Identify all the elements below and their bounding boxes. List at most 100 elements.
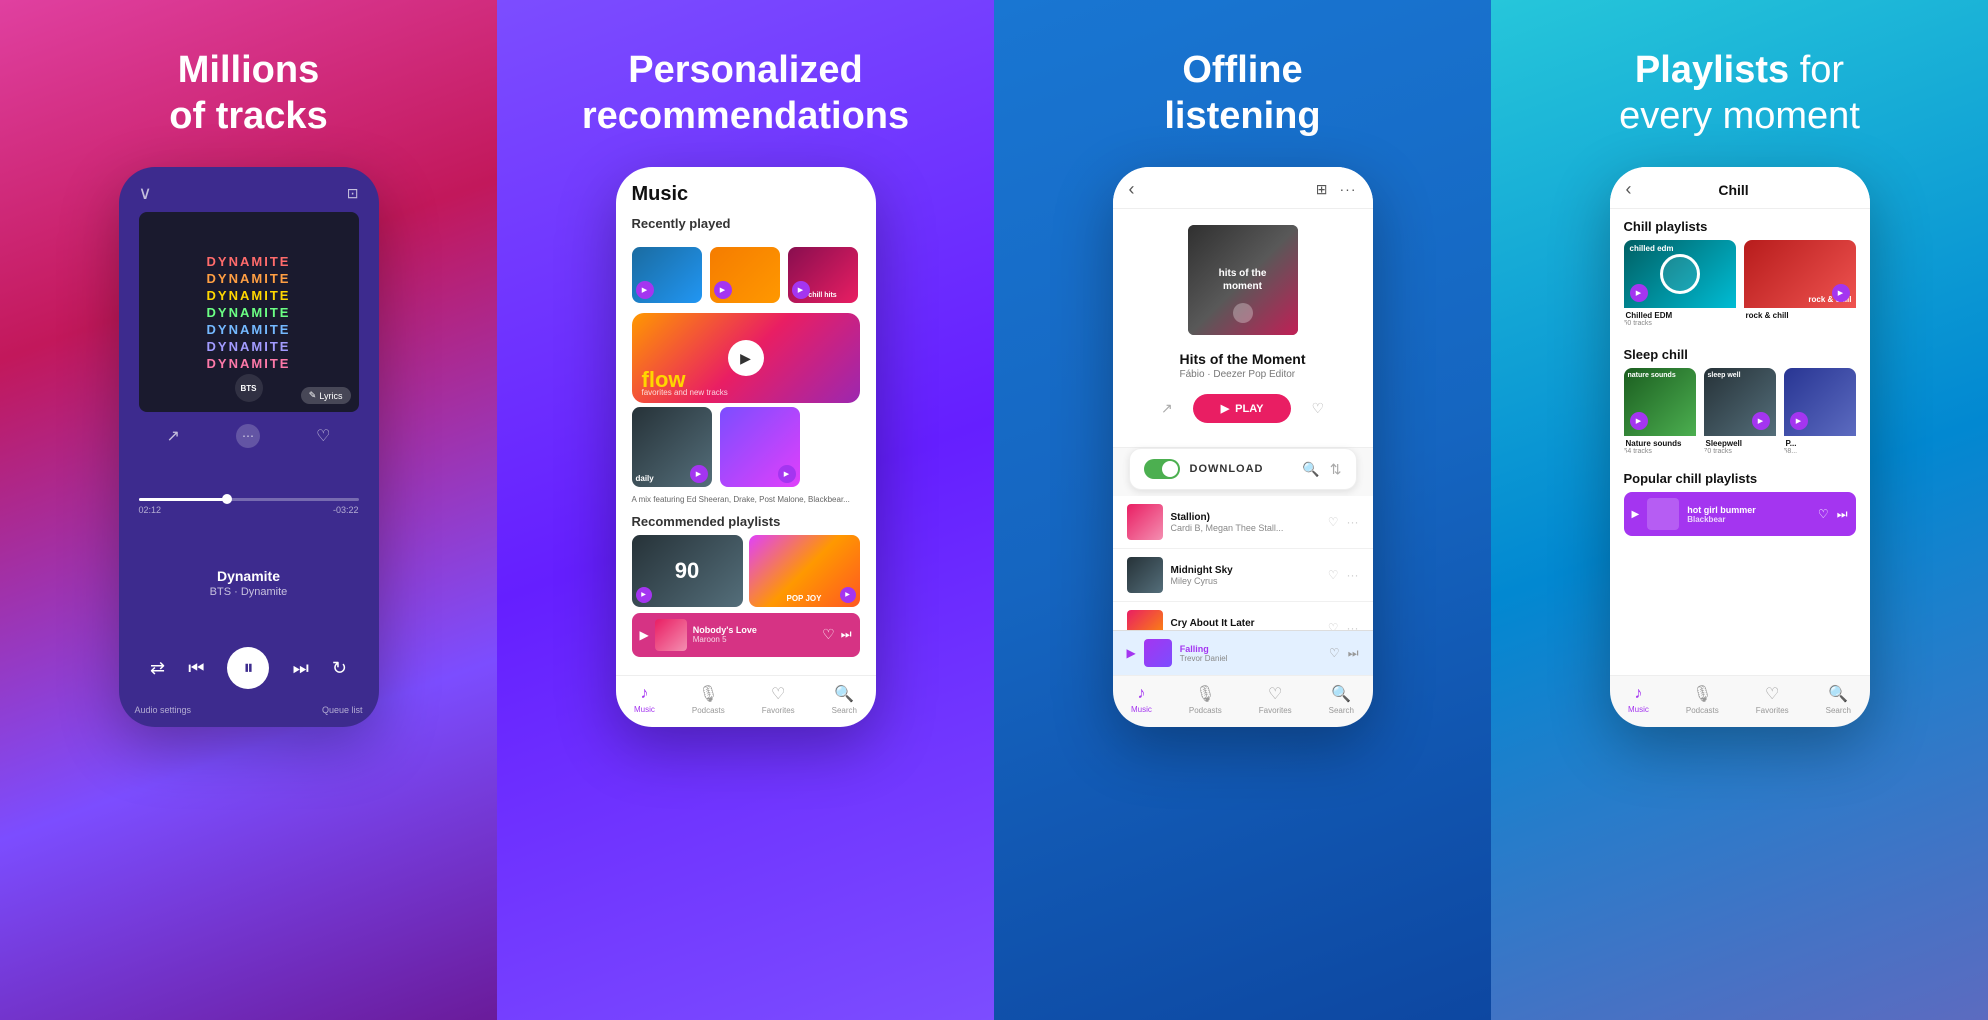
play-button-3[interactable]: ▶ PLAY [1193,394,1292,423]
sort-icon[interactable]: ⇅ [1330,461,1342,478]
track-artist-2: Miley Cyrus [1171,576,1320,586]
track-artist: BTS · Dynamite [139,586,359,598]
next-button[interactable]: ⏭ [293,658,309,679]
popular-heart-icon[interactable]: ♡ [1818,507,1829,522]
grid-icon[interactable]: ⊞ [1316,181,1328,198]
nav-music-3[interactable]: ♪ Music [1131,685,1152,714]
more-icon-t3[interactable]: ··· [1347,621,1359,630]
flow-card[interactable]: flow ▶ favorites and new tracks [632,313,860,403]
nav-favorites-4[interactable]: ♡ Favorites [1756,684,1789,715]
nav-music-2[interactable]: ♪ Music [634,685,655,714]
share-icon[interactable]: ↗ [167,426,180,446]
cast-icon[interactable]: ⊡ [347,185,359,202]
daily-play-1[interactable]: ▶ [690,465,708,483]
sleep-card-3[interactable]: ▶ P... 58... [1784,368,1856,455]
chilled-edm-tracks: 60 tracks [1624,320,1736,327]
sleepwell-play[interactable]: ▶ [1752,412,1770,430]
panel-1-title-line2: of tracks [169,95,327,137]
track-text-1: Stallion) Cardi B, Megan Thee Stall... [1171,512,1320,533]
nav-search-2[interactable]: 🔍 Search [832,684,857,715]
rp-play-2[interactable]: ▶ [714,281,732,299]
nav-podcasts-3[interactable]: 🎙 Podcasts [1189,684,1222,715]
more-icon-t1[interactable]: ··· [1347,515,1359,529]
nav-podcasts-4[interactable]: 🎙 Podcasts [1686,684,1719,715]
panel-3-title-offline: Offline [1182,49,1302,91]
repeat-button[interactable]: ↻ [332,658,347,679]
track-item-2[interactable]: Midnight Sky Miley Cyrus ♡ ··· [1113,549,1373,602]
rp-thumb-2[interactable]: ▶ [710,247,780,303]
rp-play-1[interactable]: ▶ [636,281,654,299]
popular-item-1[interactable]: ▶ hot girl bummer Blackbear ♡ ⏭ [1624,492,1856,536]
playback-controls: ⇄ ⏮ ⏸ ⏭ ↻ [139,647,359,689]
daily-play-2[interactable]: ▶ [778,465,796,483]
prev-button[interactable]: ⏮ [188,658,204,679]
lyrics-button[interactable]: ✎ Lyrics [301,387,351,404]
album-editor: Fábio · Deezer Pop Editor [1180,369,1306,380]
back-icon[interactable]: ‹ [1129,179,1135,200]
nobody-skip-icon[interactable]: ⏭ [841,627,852,642]
rp-play-3[interactable]: ▶ [792,281,810,299]
sleepwell-card[interactable]: sleep well ▶ Sleepwell 70 tracks [1704,368,1776,455]
track-item-3[interactable]: Cry About It Later Katy Perry ♡ ··· [1113,602,1373,630]
chilled-edm-play[interactable]: ▶ [1630,284,1648,302]
progress-bar[interactable] [139,498,359,501]
nature-sounds-card[interactable]: nature sounds ▶ Nature sounds 64 tracks [1624,368,1696,455]
album-heart-icon[interactable]: ♡ [1311,400,1324,417]
daily-card-1[interactable]: daily ▶ [632,407,712,487]
nobody-love-bar[interactable]: ▶ Nobody's Love Maroon 5 ♡ ⏭ [632,613,860,657]
sleep-play-3[interactable]: ▶ [1790,412,1808,430]
queue-list-button[interactable]: Queue list [322,705,363,715]
audio-settings-button[interactable]: Audio settings [135,705,192,715]
track-text-3: Cry About It Later Katy Perry [1171,618,1320,631]
nav-search-4[interactable]: 🔍 Search [1826,684,1851,715]
shuffle-button[interactable]: ⇄ [150,658,165,679]
album-share-icon[interactable]: ↗ [1161,400,1173,417]
flow-play-button[interactable]: ▶ [728,340,764,376]
page-title: Music [632,183,860,206]
rec-card-90s[interactable]: 90 ▶ [632,535,743,607]
dynamite-line-2: DYNAMITE [207,271,291,286]
rock-chill-play[interactable]: ▶ [1832,284,1850,302]
search-icon-3[interactable]: 🔍 [1302,461,1319,478]
popular-skip-icon[interactable]: ⏭ [1837,507,1848,522]
nobody-heart-icon[interactable]: ♡ [822,626,835,643]
np-heart-icon[interactable]: ♡ [1329,646,1340,661]
rec-play-1[interactable]: ▶ [636,587,652,603]
more-dots-icon[interactable]: ··· [1340,181,1357,198]
rp-thumb-1[interactable]: ▶ [632,247,702,303]
mix-description: A mix featuring Ed Sheeran, Drake, Post … [616,495,876,505]
nav-podcasts-2[interactable]: 🎙 Podcasts [692,684,725,715]
nav-search-3[interactable]: 🔍 Search [1329,684,1354,715]
rec-play-2[interactable]: ▶ [840,587,856,603]
np-skip-icon[interactable]: ⏭ [1348,646,1359,661]
download-toggle[interactable] [1144,459,1180,479]
dynamite-line-5: DYNAMITE [207,322,291,337]
heart-icon-t2[interactable]: ♡ [1328,568,1339,582]
pause-button[interactable]: ⏸ [227,647,269,689]
chevron-down-icon[interactable]: ∨ [139,183,152,204]
sleep-chill-row: nature sounds ▶ Nature sounds 64 tracks … [1610,368,1870,461]
heart-icon-t3[interactable]: ♡ [1328,621,1339,630]
heart-icon-t1[interactable]: ♡ [1328,515,1339,529]
popular-play-icon[interactable]: ▶ [1632,509,1640,520]
more-icon-t2[interactable]: ··· [1347,568,1359,582]
heart-icon[interactable]: ♡ [316,426,330,446]
rock-chill-card[interactable]: rock & chill ▶ rock & chill [1744,240,1856,327]
chilled-edm-card[interactable]: chilled edm ▶ Chilled EDM 60 tracks [1624,240,1736,327]
nature-sounds-play[interactable]: ▶ [1630,412,1648,430]
more-icon[interactable]: ⋯ [236,424,260,448]
daily-card-2[interactable]: ▶ [720,407,800,487]
track-name-1: Stallion) [1171,512,1320,523]
track-item-1[interactable]: Stallion) Cardi B, Megan Thee Stall... ♡… [1113,496,1373,549]
rp-thumb-3[interactable]: chill hits ▶ [788,247,858,303]
nav-favorites-3[interactable]: ♡ Favorites [1259,684,1292,715]
back-icon-4[interactable]: ‹ [1626,179,1632,200]
np-play-icon[interactable]: ▶ [1127,646,1136,660]
phone-playlists: ‹ Chill Chill playlists chilled edm ▶ Ch… [1610,167,1870,727]
rec-card-pop[interactable]: POP JOY ▶ [749,535,860,607]
nav-favorites-2[interactable]: ♡ Favorites [762,684,795,715]
dynamite-line-6: DYNAMITE [207,339,291,354]
nobody-play-icon[interactable]: ▶ [640,628,649,642]
dynamite-line-1: DYNAMITE [207,254,291,269]
nav-music-4[interactable]: ♪ Music [1628,685,1649,714]
